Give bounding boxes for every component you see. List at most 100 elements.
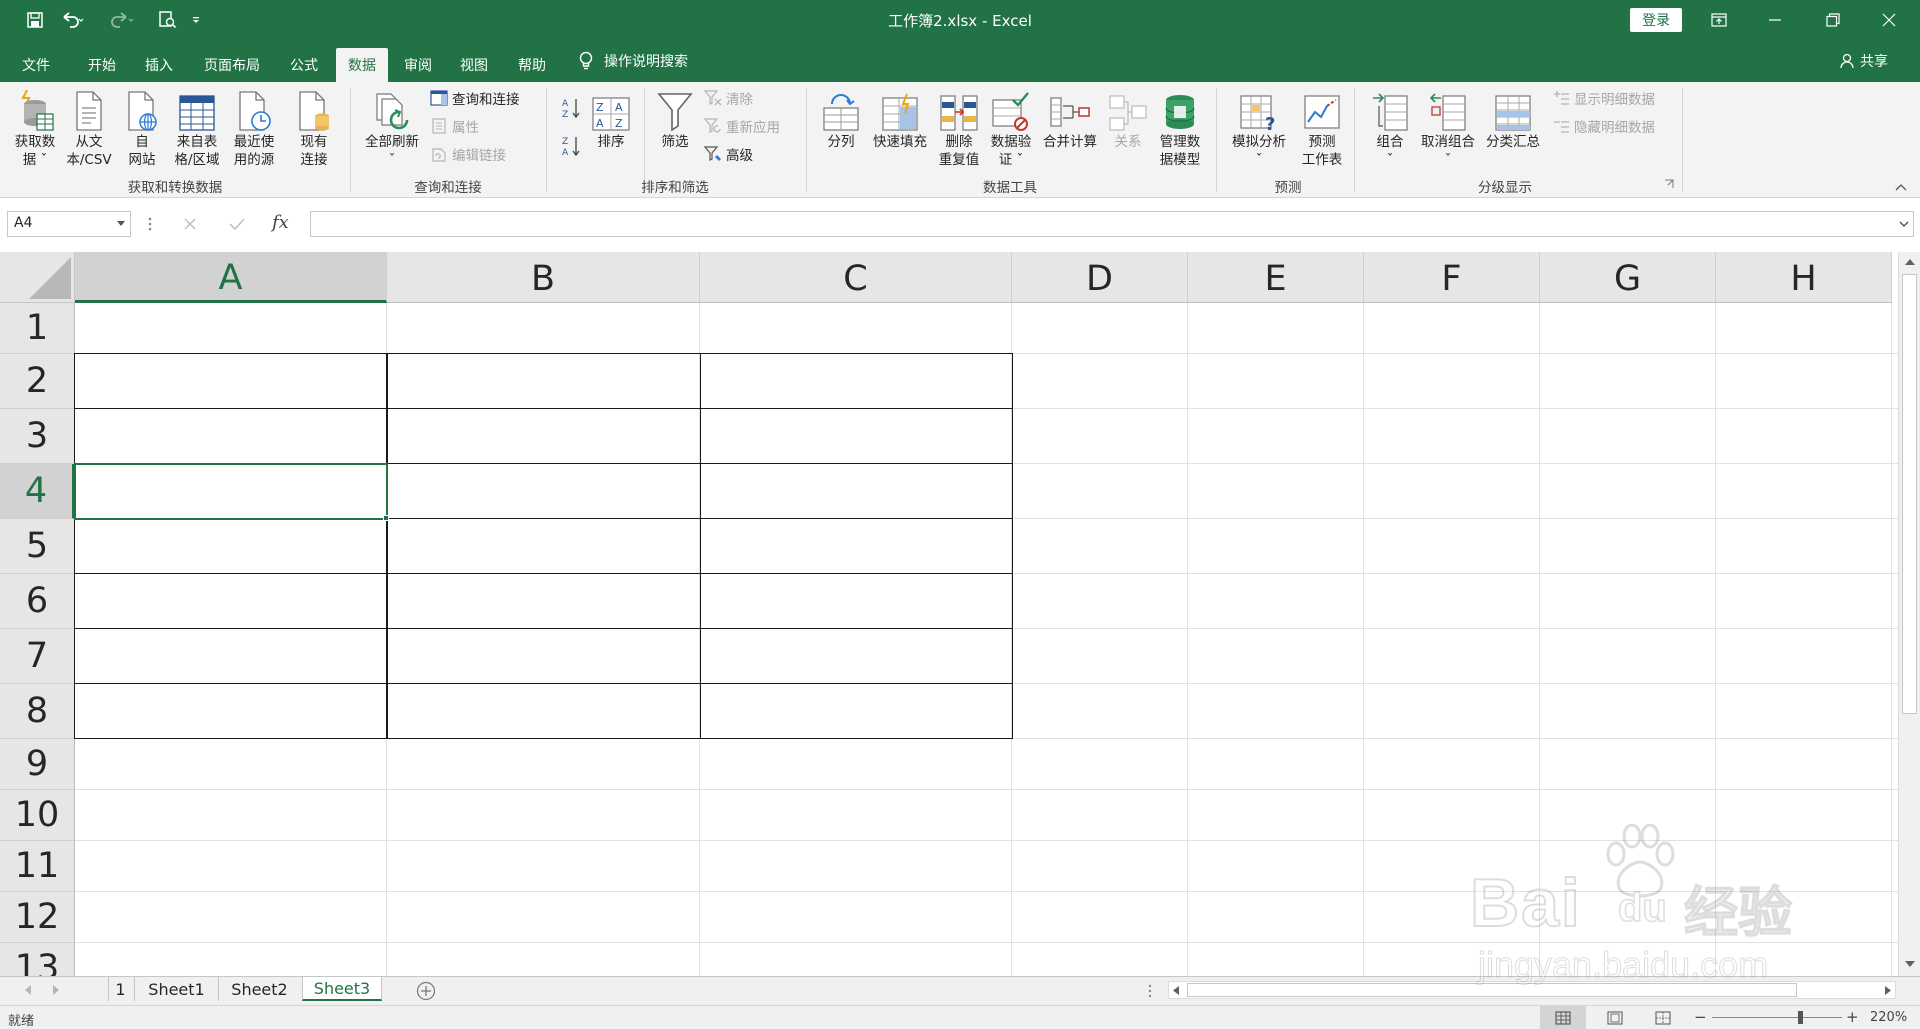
- add-sheet-icon[interactable]: [416, 981, 436, 1001]
- existing-connections-button[interactable]: 现有 连接: [290, 88, 338, 169]
- remove-duplicates-button[interactable]: 删除 重复值: [934, 88, 984, 169]
- subtotal-button[interactable]: 分类汇总: [1482, 88, 1544, 151]
- sheet-tab-sheet2[interactable]: Sheet2: [218, 977, 300, 1001]
- relationships-button[interactable]: 关系: [1106, 88, 1150, 151]
- table-cell-c5[interactable]: [700, 518, 1013, 574]
- sheet-tab-sheet1[interactable]: Sheet1: [134, 977, 218, 1001]
- login-button[interactable]: 登录: [1630, 8, 1682, 32]
- zoom-slider-thumb[interactable]: [1798, 1011, 1803, 1024]
- sort-button[interactable]: ZAAZ 排序: [588, 88, 634, 151]
- sheet-tab-sheet3[interactable]: Sheet3: [302, 977, 382, 1001]
- table-cell-a5[interactable]: [74, 518, 387, 574]
- forecast-sheet-button[interactable]: 预测 工作表: [1294, 88, 1350, 169]
- ungroup-button[interactable]: 取消组合 ˇ: [1416, 88, 1480, 169]
- row-header-6[interactable]: 6: [0, 574, 75, 629]
- table-cell-b2[interactable]: [387, 353, 701, 409]
- page-layout-view-button[interactable]: [1598, 1006, 1632, 1029]
- minimize-icon[interactable]: [1752, 0, 1798, 40]
- column-header-e[interactable]: E: [1188, 252, 1364, 303]
- horizontal-scroll-thumb[interactable]: [1187, 983, 1797, 997]
- table-cell-b6[interactable]: [387, 573, 701, 629]
- restore-icon[interactable]: [1810, 0, 1856, 40]
- table-cell-c4[interactable]: [700, 463, 1013, 519]
- row-header-2[interactable]: 2: [0, 354, 75, 409]
- table-cell-c3[interactable]: [700, 408, 1013, 464]
- row-header-13[interactable]: 13: [0, 943, 75, 976]
- close-icon[interactable]: [1866, 0, 1912, 40]
- formula-input[interactable]: [310, 211, 1914, 237]
- column-header-d[interactable]: D: [1012, 252, 1188, 303]
- column-header-f[interactable]: F: [1364, 252, 1540, 303]
- filter-button[interactable]: 筛选: [652, 88, 698, 151]
- column-header-b[interactable]: B: [387, 252, 700, 303]
- advanced-filter-button[interactable]: 高级: [704, 143, 753, 165]
- edit-links-button[interactable]: 编辑链接: [430, 143, 506, 165]
- table-cell-b7[interactable]: [387, 628, 701, 684]
- queries-connections-button[interactable]: 查询和连接: [430, 87, 520, 109]
- prev-sheet-icon[interactable]: [24, 985, 32, 995]
- refresh-all-button[interactable]: 全部刷新 ˇ: [360, 88, 424, 169]
- table-cell-c8[interactable]: [700, 683, 1013, 739]
- worksheet-grid[interactable]: ABCDEFGH 1 2 3 4 5 6 7 8 9 10 11 12 13: [0, 252, 1898, 976]
- row-header-9[interactable]: 9: [0, 739, 75, 790]
- zoom-in-button[interactable]: +: [1846, 1008, 1859, 1026]
- consolidate-button[interactable]: 合并计算: [1038, 88, 1102, 151]
- table-cell-a7[interactable]: [74, 628, 387, 684]
- tab-home[interactable]: 开始: [76, 48, 128, 82]
- clear-filter-button[interactable]: 清除: [704, 87, 753, 109]
- zoom-level[interactable]: 220%: [1870, 1010, 1907, 1025]
- save-icon[interactable]: [22, 8, 48, 32]
- data-validation-button[interactable]: 数据验 证 ˇ: [986, 88, 1036, 169]
- column-header-a[interactable]: A: [75, 252, 387, 303]
- column-header-h[interactable]: H: [1716, 252, 1892, 303]
- share-button[interactable]: 共享: [1840, 48, 1888, 74]
- get-data-button[interactable]: 获取数 据 ˇ: [10, 88, 60, 169]
- redo-icon[interactable]: [106, 8, 138, 32]
- sort-descending-button[interactable]: ZA: [560, 134, 582, 158]
- row-header-4[interactable]: 4: [0, 464, 75, 519]
- text-to-columns-button[interactable]: 分列: [818, 88, 864, 151]
- scroll-right-icon[interactable]: [1884, 986, 1891, 995]
- row-header-12[interactable]: 12: [0, 892, 75, 943]
- table-cell-b8[interactable]: [387, 683, 701, 739]
- undo-icon[interactable]: [56, 8, 88, 32]
- active-cell-a4[interactable]: [74, 463, 388, 520]
- zoom-out-button[interactable]: −: [1694, 1008, 1707, 1026]
- tab-data[interactable]: 数据: [336, 48, 388, 82]
- outline-dialog-launcher-icon[interactable]: [1664, 178, 1674, 190]
- confirm-entry-icon[interactable]: [228, 216, 246, 232]
- print-preview-icon[interactable]: [154, 8, 180, 32]
- table-cell-b4[interactable]: [387, 463, 701, 519]
- insert-function-icon[interactable]: fx: [272, 212, 289, 233]
- what-if-analysis-button[interactable]: ? 模拟分析 ˇ: [1226, 88, 1292, 169]
- manage-data-model-button[interactable]: 管理数 据模型: [1152, 88, 1208, 169]
- reapply-filter-button[interactable]: 重新应用: [704, 115, 780, 137]
- customize-qat-icon[interactable]: [188, 8, 204, 32]
- collapse-ribbon-icon[interactable]: [1894, 180, 1908, 194]
- from-text-csv-button[interactable]: 从文 本/CSV: [62, 88, 116, 169]
- cancel-entry-icon[interactable]: [182, 216, 198, 232]
- row-header-10[interactable]: 10: [0, 790, 75, 841]
- table-cell-c6[interactable]: [700, 573, 1013, 629]
- fill-handle[interactable]: [383, 515, 389, 521]
- from-web-button[interactable]: 自 网站: [120, 88, 164, 169]
- row-header-7[interactable]: 7: [0, 629, 75, 684]
- show-detail-button[interactable]: 显示明细数据: [1552, 87, 1655, 109]
- group-button[interactable]: 组合 ˇ: [1364, 88, 1416, 169]
- column-header-g[interactable]: G: [1540, 252, 1716, 303]
- flash-fill-button[interactable]: 快速填充: [868, 88, 932, 151]
- table-cell-a8[interactable]: [74, 683, 387, 739]
- table-cell-c7[interactable]: [700, 628, 1013, 684]
- scroll-left-icon[interactable]: [1173, 986, 1180, 995]
- hide-detail-button[interactable]: 隐藏明细数据: [1552, 115, 1655, 137]
- sort-ascending-button[interactable]: AZ: [560, 96, 582, 120]
- tab-insert[interactable]: 插入: [133, 48, 185, 82]
- scroll-down-icon[interactable]: [1905, 960, 1915, 968]
- vertical-scrollbar[interactable]: [1898, 252, 1920, 976]
- from-table-range-button[interactable]: 来自表 格/区域: [168, 88, 226, 169]
- tab-split-handle-icon[interactable]: [1148, 984, 1152, 998]
- column-header-c[interactable]: C: [700, 252, 1012, 303]
- page-break-view-button[interactable]: [1646, 1006, 1680, 1029]
- row-header-1[interactable]: 1: [0, 303, 75, 354]
- row-header-8[interactable]: 8: [0, 684, 75, 739]
